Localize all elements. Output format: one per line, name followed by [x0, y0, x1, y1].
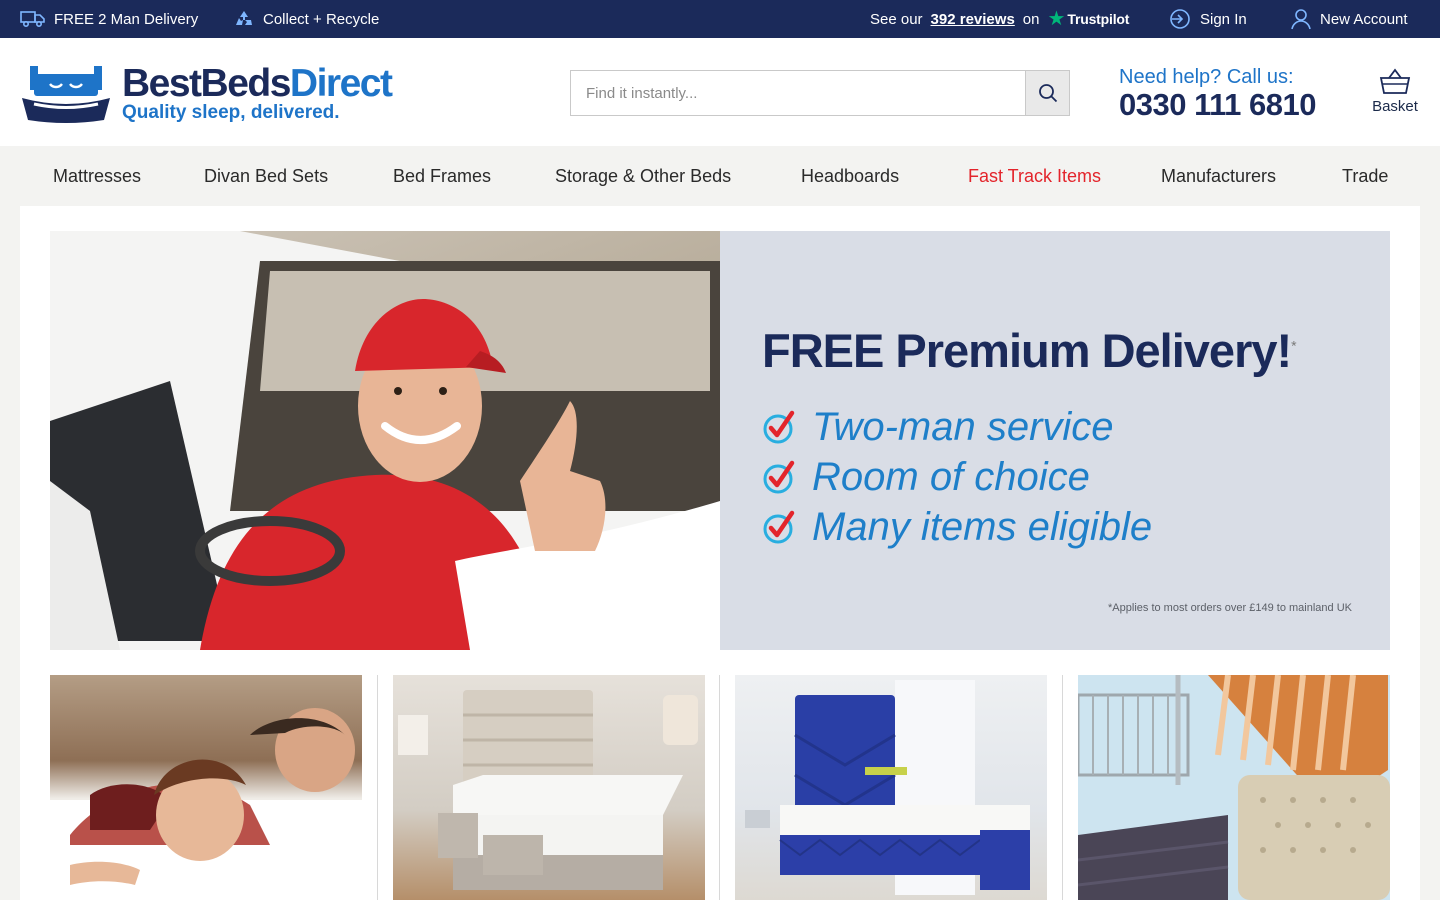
category-tile-divan-beds[interactable]: [393, 675, 705, 900]
sign-in-link[interactable]: Sign In: [1168, 0, 1247, 38]
sign-in-icon: [1170, 9, 1190, 29]
family-on-mattress-photo: [50, 708, 362, 900]
hero-point-text: Two-man service: [812, 404, 1114, 449]
hero-point-eligible: Many items eligible: [762, 502, 1152, 552]
nav-item-divan-bed-sets[interactable]: Divan Bed Sets: [204, 146, 328, 206]
category-tile-headboards[interactable]: [1078, 675, 1390, 900]
search-button[interactable]: [1025, 71, 1069, 115]
basket-icon: [1379, 68, 1411, 94]
hero-point-room: Room of choice: [762, 452, 1090, 502]
new-account-link[interactable]: New Account: [1290, 0, 1408, 38]
checkmark-icon: [763, 510, 795, 544]
hero-footnote: *Applies to most orders over £149 to mai…: [1108, 602, 1352, 614]
trustpilot-logo-text: Trustpilot: [1067, 11, 1130, 27]
search-bar: [570, 70, 1070, 116]
search-icon: [1038, 84, 1057, 103]
sign-in-label: Sign In: [1200, 10, 1247, 28]
collect-recycle-text: Collect + Recycle: [263, 10, 380, 28]
collect-recycle-link[interactable]: Collect + Recycle: [233, 0, 379, 38]
sleeping-bed-logo-icon: [22, 66, 110, 123]
basket-label: Basket: [1372, 98, 1418, 115]
reviews-prefix: See our: [870, 10, 923, 28]
reviews-on: on: [1022, 10, 1040, 28]
delivery-driver-illustration: [50, 231, 720, 650]
delivery-truck-icon: [20, 11, 45, 28]
blue-bed-frame-photo: [745, 680, 1030, 895]
free-delivery-link[interactable]: FREE 2 Man Delivery: [20, 0, 198, 38]
nav-item-storage-other-beds[interactable]: Storage & Other Beds: [555, 146, 731, 206]
logo-wordmark: BestBedsDirect: [122, 62, 393, 105]
free-delivery-text: FREE 2 Man Delivery: [54, 10, 199, 28]
recycle-icon: [236, 11, 252, 25]
search-input[interactable]: [571, 71, 1026, 115]
nav-item-trade[interactable]: Trade: [1342, 146, 1388, 206]
nav-item-mattresses[interactable]: Mattresses: [53, 146, 141, 206]
checkmark-icon: [763, 410, 795, 444]
nav-item-fast-track-items[interactable]: Fast Track Items: [968, 146, 1101, 206]
tile-divider: [377, 675, 378, 900]
tile-divider: [719, 675, 720, 900]
reviews-count-link[interactable]: 392 reviews: [931, 11, 1015, 28]
hero-promo-panel: FREE Premium Delivery!* Two-man service …: [720, 231, 1390, 650]
checkmark-icon: [763, 460, 795, 494]
trustpilot-star-icon: ★: [1047, 8, 1066, 30]
category-tile-mattresses[interactable]: [50, 675, 362, 900]
headboards-collage-photo: [1078, 675, 1390, 900]
hero-point-text: Many items eligible: [812, 504, 1153, 549]
category-tile-bed-frames[interactable]: [735, 675, 1047, 900]
help-phone-number[interactable]: 0330 111 6810: [1119, 87, 1316, 123]
basket-button[interactable]: Basket: [1362, 68, 1428, 115]
nav-item-bed-frames[interactable]: Bed Frames: [393, 146, 491, 206]
user-icon: [1291, 9, 1311, 30]
hero-delivery-photo: [50, 231, 720, 650]
hero-banner[interactable]: FREE Premium Delivery!* Two-man service …: [50, 231, 1390, 650]
top-bar: FREE 2 Man Delivery Collect + Recycle Se…: [0, 0, 1440, 38]
tile-divider: [1062, 675, 1063, 900]
divan-bed-photo: [398, 690, 698, 890]
nav-item-headboards[interactable]: Headboards: [801, 146, 899, 206]
hero-title: FREE Premium Delivery!*: [762, 324, 1297, 377]
nav-item-manufacturers[interactable]: Manufacturers: [1161, 146, 1276, 206]
hero-point-two-man: Two-man service: [762, 402, 1114, 452]
new-account-label: New Account: [1320, 10, 1408, 28]
hero-point-text: Room of choice: [812, 454, 1090, 499]
site-logo[interactable]: BestBedsDirect Quality sleep, delivered.: [20, 60, 420, 130]
help-label: Need help? Call us:: [1119, 66, 1294, 88]
help-contact: Need help? Call us: 0330 111 6810: [1119, 66, 1316, 123]
site-header: BestBedsDirect Quality sleep, delivered.…: [0, 38, 1440, 146]
main-navigation: Mattresses Divan Bed Sets Bed Frames Sto…: [0, 146, 1440, 206]
logo-tagline: Quality sleep, delivered.: [122, 102, 340, 123]
trustpilot-reviews: See our 392 reviews on ★ Trustpilot: [870, 0, 1129, 38]
